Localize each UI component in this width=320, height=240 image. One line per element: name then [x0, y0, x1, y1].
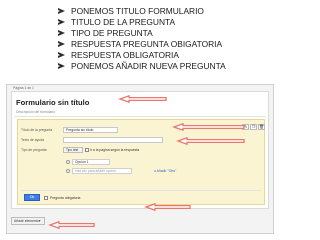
- arrow-add-element: [48, 220, 95, 230]
- arrow-question-type: [176, 136, 245, 146]
- arrow-form-title: [118, 94, 167, 104]
- arrow-required: [144, 202, 191, 212]
- annotation-arrows: [48, 94, 245, 230]
- arrow-question-title: [172, 122, 245, 132]
